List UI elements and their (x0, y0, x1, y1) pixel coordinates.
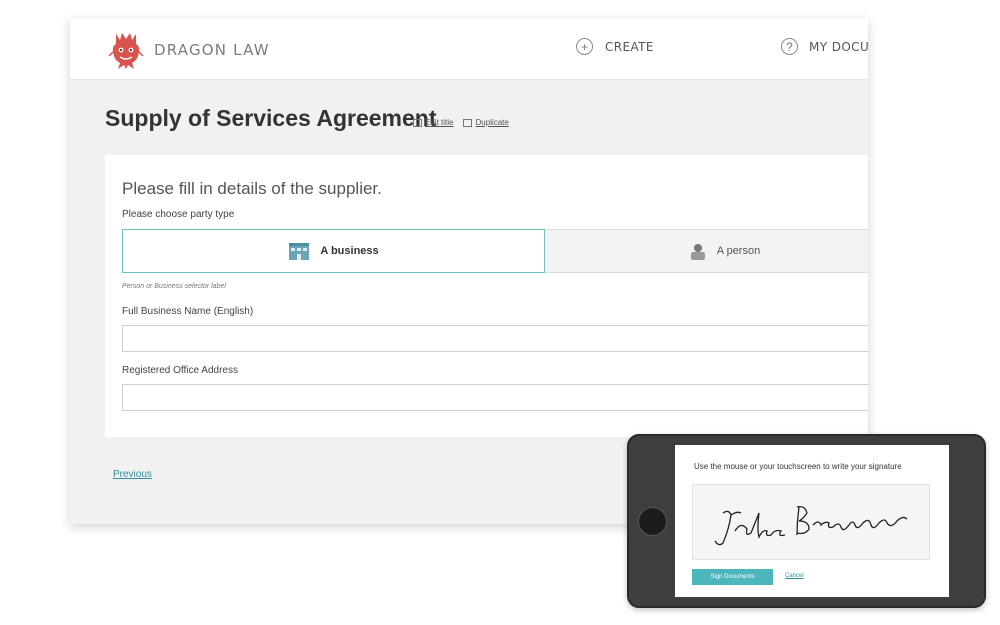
signature-screen: Use the mouse or your touchscreen to wri… (675, 445, 949, 597)
form-panel: Please fill in details of the supplier. … (105, 155, 868, 437)
help-circle-icon: ? (781, 38, 798, 55)
person-icon (690, 244, 705, 260)
party-option-business-label: A business (320, 245, 379, 257)
form-heading: Please fill in details of the supplier. (122, 179, 382, 198)
plus-circle-icon: + (576, 38, 593, 55)
copy-icon (463, 118, 473, 127)
party-help-text: Person or Business selector label (122, 283, 226, 290)
party-option-person[interactable]: A person (545, 229, 868, 273)
duplicate-label: Duplicate (475, 118, 509, 127)
party-type-label: Please choose party type (122, 209, 235, 220)
business-name-input[interactable] (122, 325, 868, 352)
dragon-logo-icon[interactable] (108, 30, 144, 70)
sign-documents-button[interactable]: Sign Documents (692, 569, 773, 585)
party-type-selector: A business A person (122, 229, 868, 273)
duplicate-link[interactable]: Duplicate (463, 118, 509, 127)
edit-title-link[interactable]: Edit title (413, 118, 453, 127)
edit-title-label: Edit title (425, 118, 454, 127)
title-actions: Edit title Duplicate (413, 118, 509, 127)
top-header: DRAGON LAW + CREATE ? MY DOCUM (70, 18, 868, 80)
nav-my-documents-label: MY DOCUM (809, 39, 868, 54)
office-address-input[interactable] (122, 384, 868, 411)
party-option-business[interactable]: A business (122, 229, 545, 273)
nav-my-documents[interactable]: ? MY DOCUM (781, 38, 868, 55)
party-option-person-label: A person (716, 245, 761, 257)
tablet-device: Use the mouse or your touchscreen to wri… (627, 434, 986, 608)
edit-icon (413, 118, 422, 127)
previous-link[interactable]: Previous (113, 469, 152, 480)
office-address-label: Registered Office Address (122, 365, 238, 376)
building-icon (289, 243, 310, 260)
signature-stroke (714, 505, 908, 546)
nav-create-label: CREATE (605, 39, 654, 54)
home-button (638, 507, 667, 536)
brand-name[interactable]: DRAGON LAW (154, 41, 270, 59)
signature-pad[interactable] (692, 484, 930, 560)
page-title: Supply of Services Agreement (105, 105, 437, 131)
cancel-link[interactable]: Cancel (785, 573, 804, 579)
business-name-label: Full Business Name (English) (122, 306, 254, 317)
signature-instruction: Use the mouse or your touchscreen to wri… (694, 462, 902, 471)
nav-create[interactable]: + CREATE (576, 38, 654, 55)
